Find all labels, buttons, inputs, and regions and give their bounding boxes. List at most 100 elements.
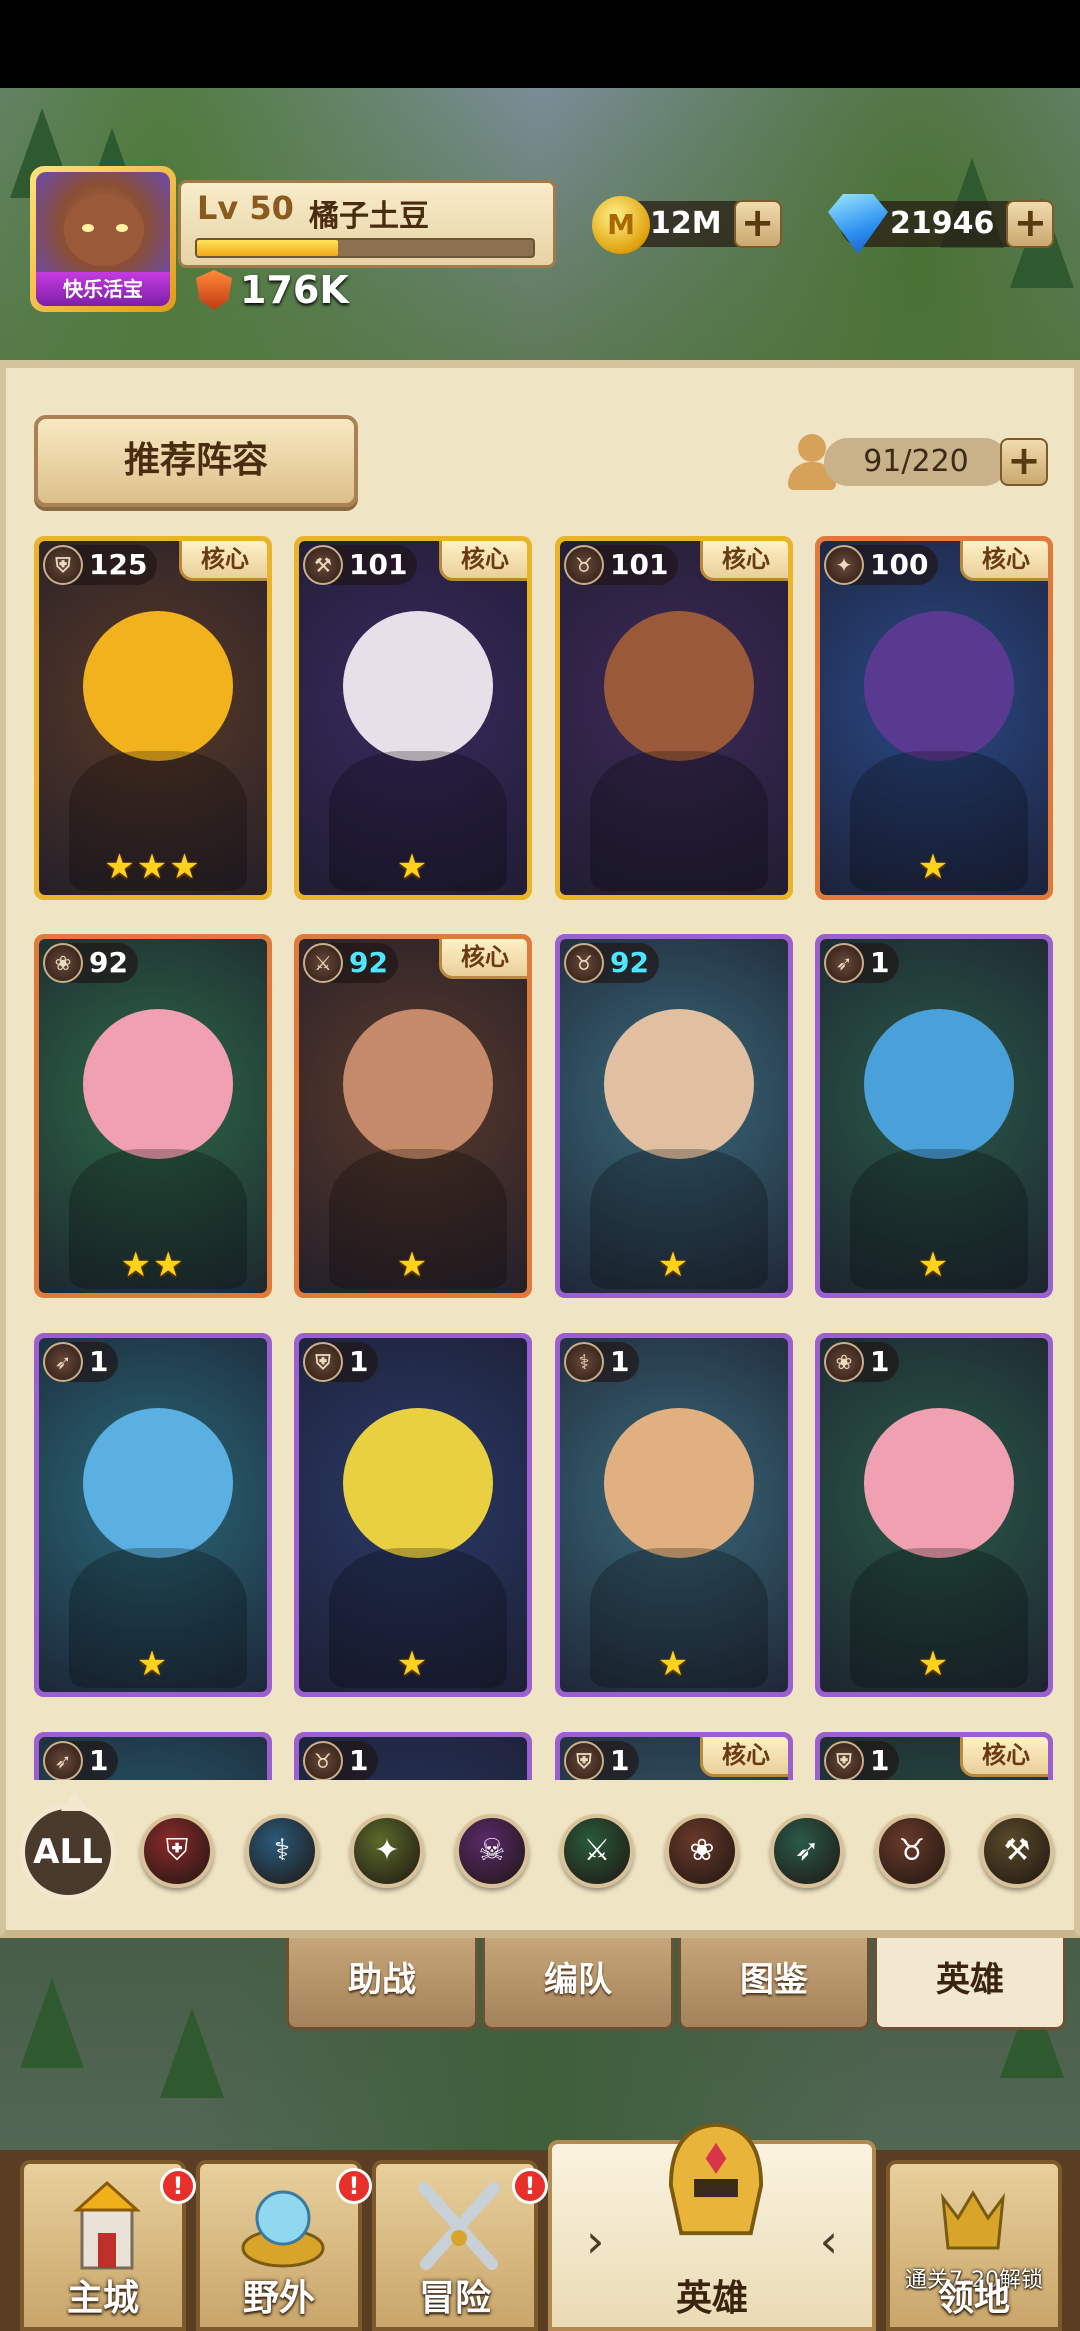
hero-card[interactable]: ✦ 100 核心 ★ [815,536,1053,900]
hero-portrait [820,541,1048,895]
bull-skull-icon: ♉ [564,545,604,585]
filter-hammer-button[interactable]: ⚒ [980,1814,1054,1888]
nav-label-territory: 领地 [937,2278,1010,2319]
filter-bull-skull-button[interactable]: ♉ [875,1814,949,1888]
castle-icon [73,2180,141,2270]
player-avatar[interactable]: 快乐活宝 [30,166,176,312]
hero-level: ➶ 1 [824,943,900,983]
star-rating: ★ [136,1644,170,1684]
hero-level: ➶ 1 [43,1342,119,1382]
bow-icon: ➶ [43,1342,83,1382]
crossed-swords-icon: ⚔ [303,943,343,983]
hero-card[interactable]: ♉ 1 [294,1732,532,1780]
hero-level-value: 1 [870,946,890,979]
filter-crossed-swords-button[interactable]: ⚔ [560,1814,634,1888]
star-rating: ★ [396,1245,430,1285]
hero-card[interactable]: ➶ 1 [34,1732,272,1780]
nav-heroes[interactable]: › ‹ 英雄 [548,2122,876,2331]
hero-level-value: 92 [349,946,388,979]
hero-level: ♉ 92 [564,943,659,983]
core-badge: 核心 [960,541,1048,581]
nav-wild[interactable]: ! 野外 [196,2160,372,2331]
hero-portrait [820,1338,1048,1692]
hero-level-value: 92 [610,946,649,979]
nav-main-city[interactable]: ! 主城 [20,2160,196,2331]
filter-staff-button[interactable]: ⚕ [245,1814,319,1888]
star-rating: ★ [917,1644,951,1684]
winged-icon: ✦ [824,545,864,585]
tab-codex[interactable]: 图鉴 [678,1938,870,2030]
recommended-lineup-button[interactable]: 推荐阵容 [34,415,358,507]
core-badge: 核心 [439,939,527,979]
bull-skull-icon: ♉ [898,1833,926,1868]
tab-support[interactable]: 助战 [286,1938,478,2030]
add-coins-button[interactable]: + [733,200,782,248]
expand-capacity-button[interactable]: + [1000,438,1048,486]
hero-card[interactable]: ⚕ 1 ★ [555,1333,793,1697]
tab-formation[interactable]: 编队 [482,1938,674,2030]
hero-level: ⛨ 1 [824,1741,900,1780]
coin-counter: 12M M + [592,196,782,254]
hero-card[interactable]: ♉ 92 ★ [555,934,793,1298]
core-badge: 核心 [700,541,788,581]
filter-skull-button[interactable]: ☠ [455,1814,529,1888]
paw-icon: ❀ [43,943,83,983]
nav-label-adventure: 冒险 [418,2278,491,2319]
hero-card[interactable]: ➶ 1 ★ [815,934,1053,1298]
hero-card[interactable]: ⛨ 125 核心 ★★★ [34,536,272,900]
player-level: Lv 50 [197,189,294,227]
hero-level: ⚕ 1 [564,1342,640,1382]
filter-winged-button[interactable]: ✦ [350,1814,424,1888]
hero-card[interactable]: ➶ 1 ★ [34,1333,272,1697]
hero-card[interactable]: ❀ 1 ★ [815,1333,1053,1697]
filter-all-button[interactable]: ALL [20,1789,116,1900]
hero-level: ⛨ 1 [564,1741,640,1780]
hero-card[interactable]: ⛨ 1 ★ [294,1333,532,1697]
hero-portrait [39,541,267,895]
core-badge: 核心 [960,1737,1048,1777]
player-info-panel[interactable]: Lv 50 橘子土豆 [178,180,556,268]
nav-territory[interactable]: 通关7-20解锁 领地 [886,2160,1062,2331]
hero-level-value: 125 [89,548,148,581]
hero-card[interactable]: ⛨ 1 核心 [815,1732,1053,1780]
coin-icon: M [592,196,650,254]
nav-adventure[interactable]: ! 冒险 [372,2160,548,2331]
hero-card[interactable]: ♉ 101 核心 [555,536,793,900]
core-badge: 核心 [179,541,267,581]
hero-portrait [299,1338,527,1692]
hero-portrait [299,939,527,1293]
hero-level: ❀ 92 [43,943,138,983]
hero-level-value: 100 [870,548,929,581]
filter-shield-button[interactable]: ⛨ [140,1814,214,1888]
portal-icon [241,2190,325,2268]
staff-icon: ⚕ [564,1342,604,1382]
hero-portrait [560,1338,788,1692]
xp-bar-fill [197,240,339,256]
hero-card[interactable]: ⚔ 92 核心 ★ [294,934,532,1298]
bow-icon: ➶ [43,1741,83,1780]
chevron-right-icon: › [586,2214,605,2268]
star-rating: ★ [396,1644,430,1684]
bull-skull-icon: ♉ [564,943,604,983]
hero-card[interactable]: ❀ 92 ★★ [34,934,272,1298]
chevron-left-icon: ‹ [819,2214,838,2268]
sub-tabs: 助战 编队 图鉴 英雄 [286,1938,1066,2030]
hero-grid: ⛨ 125 核心 ★★★ ⚒ 101 核心 ★ ♉ 101 核心 ✦ 100 核心 ★ ❀ 92 ★★ ⚔ 92 核心 ★… [28,530,1058,1780]
power-value: 176K [240,268,349,312]
tab-heroes[interactable]: 英雄 [874,1938,1066,2030]
add-gems-button[interactable]: + [1006,200,1055,248]
hero-level-value: 1 [349,1345,369,1378]
xp-bar [195,238,535,258]
alert-badge: ! [336,2168,372,2204]
hero-level: ❀ 1 [824,1342,900,1382]
filter-bow-button[interactable]: ➶ [770,1814,844,1888]
hero-card[interactable]: ⛨ 1 核心 [555,1732,793,1780]
staff-icon: ⚕ [273,1833,291,1868]
hero-level: ⚔ 92 [303,943,398,983]
star-rating: ★★ [120,1245,186,1285]
filter-paw-button[interactable]: ❀ [665,1814,739,1888]
hero-card[interactable]: ⚒ 101 核心 ★ [294,536,532,900]
gem-counter: 21946 + [828,194,1055,254]
role-filter-bar: ALL ⛨ ⚕ ✦ ☠ ⚔ ❀ ➶ ♉ ⚒ [18,1789,1062,1910]
star-rating: ★ [396,847,430,887]
